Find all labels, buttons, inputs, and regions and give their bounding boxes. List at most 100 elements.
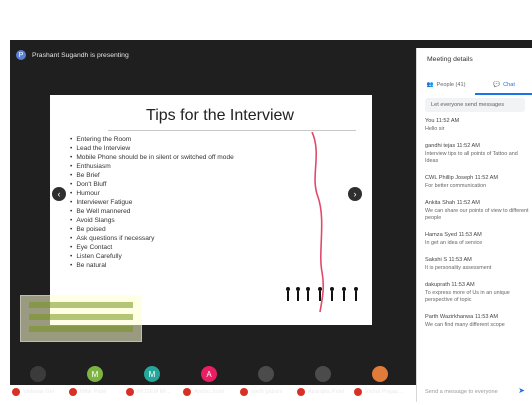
message-text: In get an idea of service — [425, 240, 483, 246]
chat-permission-toggle[interactable]: Let everyone send messages — [425, 98, 525, 112]
participant-name: Vishwas Giri — [12, 388, 66, 396]
bullet-item: Be poised — [70, 225, 280, 234]
bullet-item: Listen Carefully — [70, 252, 280, 261]
chat-message: gandhi tejas 11:52 AM Interview tips to … — [425, 143, 529, 165]
mic-muted-icon — [183, 388, 191, 396]
send-icon: ➤ — [518, 386, 525, 395]
message-meta: Parth Wazirkhanwa 11:53 AM — [425, 314, 499, 320]
message-text: To express more of Us in an unique persp… — [425, 290, 510, 303]
bullet-item: Entering the Room — [70, 135, 280, 144]
presentation-slide: Tips for the Interview Entering the Room… — [50, 95, 372, 325]
chat-message: You 11:52 AM Hello sir — [425, 118, 529, 133]
bullet-item: Don't Bluff — [70, 180, 280, 189]
participant-avatar — [372, 366, 388, 382]
overlay-bar — [29, 302, 133, 308]
participant-tile[interactable]: M Mihir Patel — [67, 360, 124, 400]
message-meta: Sakshi S 11:53 AM — [425, 257, 472, 263]
participant-strip: Vishwas Giri M Mihir Patel M MOSEM MI...… — [10, 360, 415, 405]
participant-tile[interactable]: A Anshu Joshi — [181, 360, 238, 400]
message-meta: CWL Phillip Joseph 11:52 AM — [425, 175, 499, 181]
slide-people-illustration — [286, 287, 358, 301]
message-text: We can find many different scope — [425, 322, 505, 328]
bullet-item: Be Well mannered — [70, 207, 280, 216]
participant-avatar: A — [201, 366, 217, 382]
participant-tile[interactable]: parth gabani — [238, 360, 295, 400]
chevron-left-icon: ‹ — [57, 189, 61, 199]
participant-name: MOSEM MI... — [126, 388, 180, 396]
meeting-details-panel: Meeting details 👥 People (41) 💬 Chat Let… — [416, 48, 532, 402]
participant-tile[interactable]: M MOSEM MI... — [124, 360, 181, 400]
bullet-item: Ask questions if necessary — [70, 234, 280, 243]
participant-name: Anshu Joshi — [183, 388, 237, 396]
next-slide-button[interactable]: › — [348, 187, 362, 201]
chat-message: dakuprath 11:53 AM To express more of Us… — [425, 282, 529, 304]
slide-title: Tips for the Interview — [146, 107, 294, 124]
bullet-item: Enthusiasm — [70, 162, 280, 171]
mic-muted-icon — [126, 388, 134, 396]
bullet-item: Mobile Phone should be in silent or swit… — [70, 153, 280, 162]
bullet-item: Humour — [70, 189, 280, 198]
bullet-item: Be natural — [70, 261, 280, 270]
chevron-right-icon: › — [353, 189, 357, 199]
participant-name: Aparajita Patel — [297, 388, 351, 396]
send-button[interactable]: ➤ — [518, 386, 525, 395]
mic-muted-icon — [297, 388, 305, 396]
presenter-banner: P Prashant Sugandh is presenting — [10, 40, 408, 70]
chat-message: Ankita Shah 11:52 AM We can share our po… — [425, 200, 529, 222]
chat-message: Hamza Syed 11:53 AM In get an idea of se… — [425, 232, 529, 247]
tab-chat-label: Chat — [503, 82, 515, 88]
message-meta: You 11:52 AM — [425, 118, 460, 124]
message-meta: gandhi tejas 11:52 AM — [425, 143, 480, 149]
chat-messages: You 11:52 AM Hello sir gandhi tejas 11:5… — [425, 118, 529, 388]
presenter-avatar: P — [16, 50, 26, 60]
message-meta: Hamza Syed 11:53 AM — [425, 232, 482, 238]
meeting-stage: P Prashant Sugandh is presenting Tips fo… — [10, 40, 532, 402]
video-call-frame: P Prashant Sugandh is presenting Tips fo… — [0, 0, 532, 402]
mic-muted-icon — [12, 388, 20, 396]
participant-tile[interactable]: Vishal Prajap... — [352, 360, 409, 400]
bullet-item: Avoid Slangs — [70, 216, 280, 225]
participant-avatar — [258, 366, 274, 382]
participant-avatar — [315, 366, 331, 382]
message-meta: dakuprath 11:53 AM — [425, 282, 475, 288]
tab-chat[interactable]: 💬 Chat — [475, 76, 532, 94]
overlay-popup — [20, 295, 142, 342]
mic-muted-icon — [240, 388, 248, 396]
message-text: For better communication — [425, 183, 487, 189]
people-icon: 👥 — [426, 82, 434, 88]
chat-message: Parth Wazirkhanwa 11:53 AM We can find m… — [425, 314, 529, 329]
mic-muted-icon — [69, 388, 77, 396]
message-text: It is personality assessment — [425, 265, 492, 271]
presenter-label: Prashant Sugandh is presenting — [32, 51, 129, 59]
participant-name: Mihir Patel — [69, 388, 123, 396]
slide-bullets: Entering the Room Lead the Interview Mob… — [70, 135, 280, 270]
participant-avatar — [30, 366, 46, 382]
participant-avatar: M — [144, 366, 160, 382]
panel-tabs: 👥 People (41) 💬 Chat — [417, 76, 532, 94]
tab-people[interactable]: 👥 People (41) — [417, 76, 475, 94]
participant-tile[interactable]: Aparajita Patel — [295, 360, 352, 400]
mic-muted-icon — [354, 388, 362, 396]
chat-icon: 💬 — [493, 82, 501, 88]
chat-message: CWL Phillip Joseph 11:52 AM For better c… — [425, 175, 529, 190]
message-text: Hello sir — [425, 126, 445, 132]
active-tab-indicator — [475, 93, 532, 95]
bullet-item: Be Brief — [70, 171, 280, 180]
overlay-bar — [29, 314, 133, 320]
bullet-item: Interviewer Fatigue — [70, 198, 280, 207]
participant-name: Vishal Prajap... — [354, 388, 408, 396]
participant-avatar: M — [87, 366, 103, 382]
message-text: Interview tips to all points of Tattoo a… — [425, 151, 518, 164]
panel-title: Meeting details — [427, 56, 473, 63]
participant-name: parth gabani — [240, 388, 294, 396]
chat-message: Sakshi S 11:53 AM It is personality asse… — [425, 257, 529, 272]
prev-slide-button[interactable]: ‹ — [52, 187, 66, 201]
participant-tile[interactable]: Vishwas Giri — [10, 360, 67, 400]
overlay-bar — [29, 326, 133, 332]
bullet-item: Eye Contact — [70, 243, 280, 252]
message-meta: Ankita Shah 11:52 AM — [425, 200, 480, 206]
message-text: We can share our points of view to diffe… — [425, 208, 529, 221]
slide-title-divider — [108, 130, 356, 131]
chat-input[interactable]: Send a message to everyone — [425, 386, 525, 398]
bullet-item: Lead the Interview — [70, 144, 280, 153]
